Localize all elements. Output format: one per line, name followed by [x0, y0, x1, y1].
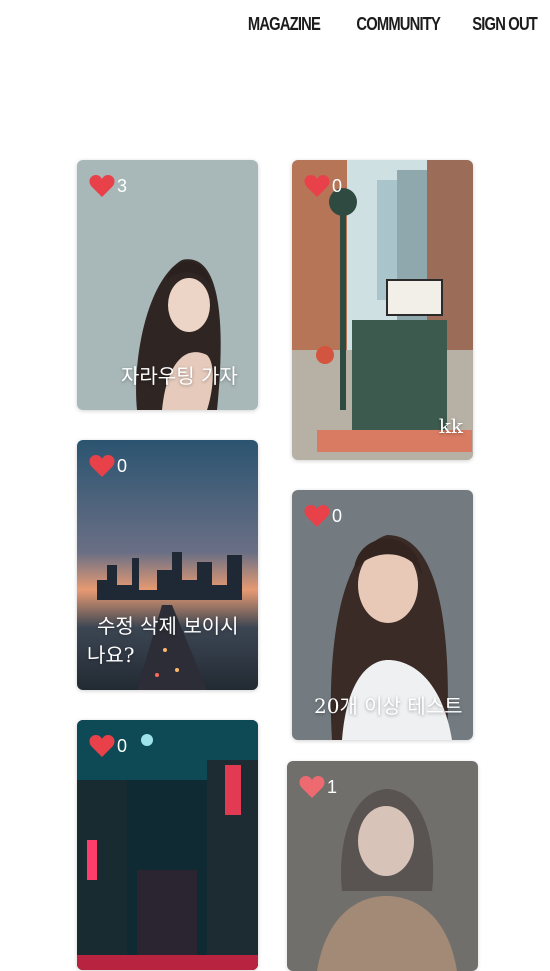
heart-icon: [304, 175, 330, 197]
post-card[interactable]: 0 20개 이상 테스트: [292, 490, 473, 740]
like-count: 0: [332, 175, 343, 196]
top-nav: MAGAZINE COMMUNITY SIGN OUT: [232, 12, 538, 36]
heart-icon: [299, 776, 325, 798]
like-counter[interactable]: 0: [304, 174, 342, 198]
post-title: kk: [438, 414, 463, 438]
like-count: 0: [117, 735, 128, 756]
like-count: 0: [117, 455, 128, 476]
post-card[interactable]: 1: [287, 761, 478, 971]
heart-icon: [89, 455, 115, 477]
like-count: 1: [327, 776, 338, 797]
nav-community[interactable]: COMMUNITY: [356, 12, 440, 36]
nav-magazine[interactable]: MAGAZINE: [248, 12, 321, 36]
post-card[interactable]: 0 kk: [292, 160, 473, 460]
like-counter[interactable]: 3: [89, 174, 127, 198]
like-counter[interactable]: 0: [89, 734, 127, 758]
post-title: 수정 삭제 보이시나요?: [87, 614, 239, 667]
post-card[interactable]: 0 수정 삭제 보이시나요?: [77, 440, 258, 690]
post-card[interactable]: 0: [77, 720, 258, 970]
like-count: 0: [332, 505, 343, 526]
nav-sign-out[interactable]: SIGN OUT: [472, 12, 538, 36]
like-count: 3: [117, 175, 128, 196]
post-title: 자라우팅 가자: [121, 364, 238, 388]
heart-icon: [89, 175, 115, 197]
post-card[interactable]: 3 자라우팅 가자: [77, 160, 258, 410]
post-title: 20개 이상 테스트: [314, 694, 463, 718]
heart-icon: [304, 505, 330, 527]
like-counter[interactable]: 0: [304, 504, 342, 528]
heart-icon: [89, 735, 115, 757]
like-counter[interactable]: 0: [89, 454, 127, 478]
like-counter[interactable]: 1: [299, 775, 337, 799]
